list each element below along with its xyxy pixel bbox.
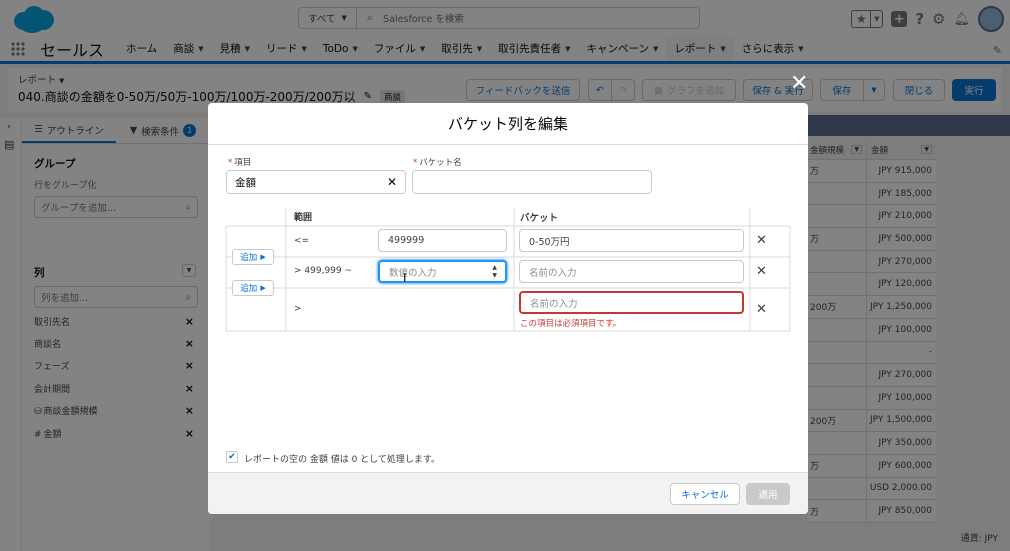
bucket-name-cell-input[interactable]: 名前の入力: [519, 291, 744, 314]
range-operator: > 499,999 ~: [294, 266, 353, 276]
bucket-name-cell-input[interactable]: 0-50万円: [519, 229, 744, 252]
add-range-label: 追加: [240, 284, 258, 294]
bucket-name-cell-input[interactable]: 名前の入力: [519, 260, 744, 283]
cancel-label: キャンセル: [681, 490, 729, 501]
modal-footer: キャンセル 適用: [208, 472, 808, 514]
text-cursor-icon: I: [403, 271, 407, 285]
required-error-message: この項目は必須項目です。: [520, 319, 622, 329]
range-value-input[interactable]: 数値の入力 ▲ ▼: [378, 260, 507, 283]
caret-right-icon: ▶: [260, 284, 266, 292]
close-modal-icon[interactable]: ✕: [790, 73, 808, 95]
required-marker: *: [228, 158, 233, 168]
delete-row-icon[interactable]: ✕: [756, 302, 767, 317]
field-label: * 項目: [228, 156, 251, 168]
add-range-button[interactable]: 追加 ▶: [232, 280, 274, 296]
range-value-input[interactable]: 499999: [378, 229, 507, 252]
bucket-placeholder: 名前の入力: [529, 267, 577, 279]
number-spinner-icon[interactable]: ▲ ▼: [492, 264, 497, 280]
modal-title: バケット列を編集: [208, 103, 808, 145]
range-operator: >: [294, 304, 302, 314]
apply-label: 適用: [758, 490, 778, 501]
range-operator: <=: [294, 236, 310, 246]
apply-button[interactable]: 適用: [746, 483, 790, 505]
required-marker: *: [413, 158, 418, 168]
add-range-label: 追加: [240, 253, 258, 263]
checkbox-label: レポートの空の 金額 値は 0 として処理します。: [244, 455, 441, 465]
bucket-placeholder: 名前の入力: [530, 298, 578, 310]
bucket-name-label-text: バケット名: [419, 158, 462, 168]
range-column-header: 範囲: [294, 213, 313, 223]
treat-empty-as-zero-checkbox[interactable]: ✔: [226, 451, 238, 463]
field-combobox[interactable]: 金額 ✕: [226, 170, 406, 194]
clear-icon[interactable]: ✕: [387, 175, 397, 189]
field-value: 金額: [235, 176, 256, 189]
range-value: 499999: [388, 235, 425, 246]
checkmark-icon: ✔: [228, 452, 236, 462]
bucket-value: 0-50万円: [529, 236, 570, 248]
field-label-text: 項目: [234, 158, 252, 168]
cancel-button[interactable]: キャンセル: [670, 483, 740, 505]
caret-right-icon: ▶: [260, 253, 266, 261]
bucket-name-label: * バケット名: [413, 156, 462, 168]
add-range-button[interactable]: 追加 ▶: [232, 249, 274, 265]
edit-bucket-column-modal: バケット列を編集 * 項目 金額 ✕ * バケット名 範囲 バケット <= 49999…: [208, 103, 808, 514]
delete-row-icon[interactable]: ✕: [756, 264, 767, 279]
range-value-placeholder: 数値の入力: [389, 267, 437, 279]
bucket-name-input[interactable]: [412, 170, 652, 194]
delete-row-icon[interactable]: ✕: [756, 233, 767, 248]
bucket-column-header: バケット: [520, 213, 559, 224]
